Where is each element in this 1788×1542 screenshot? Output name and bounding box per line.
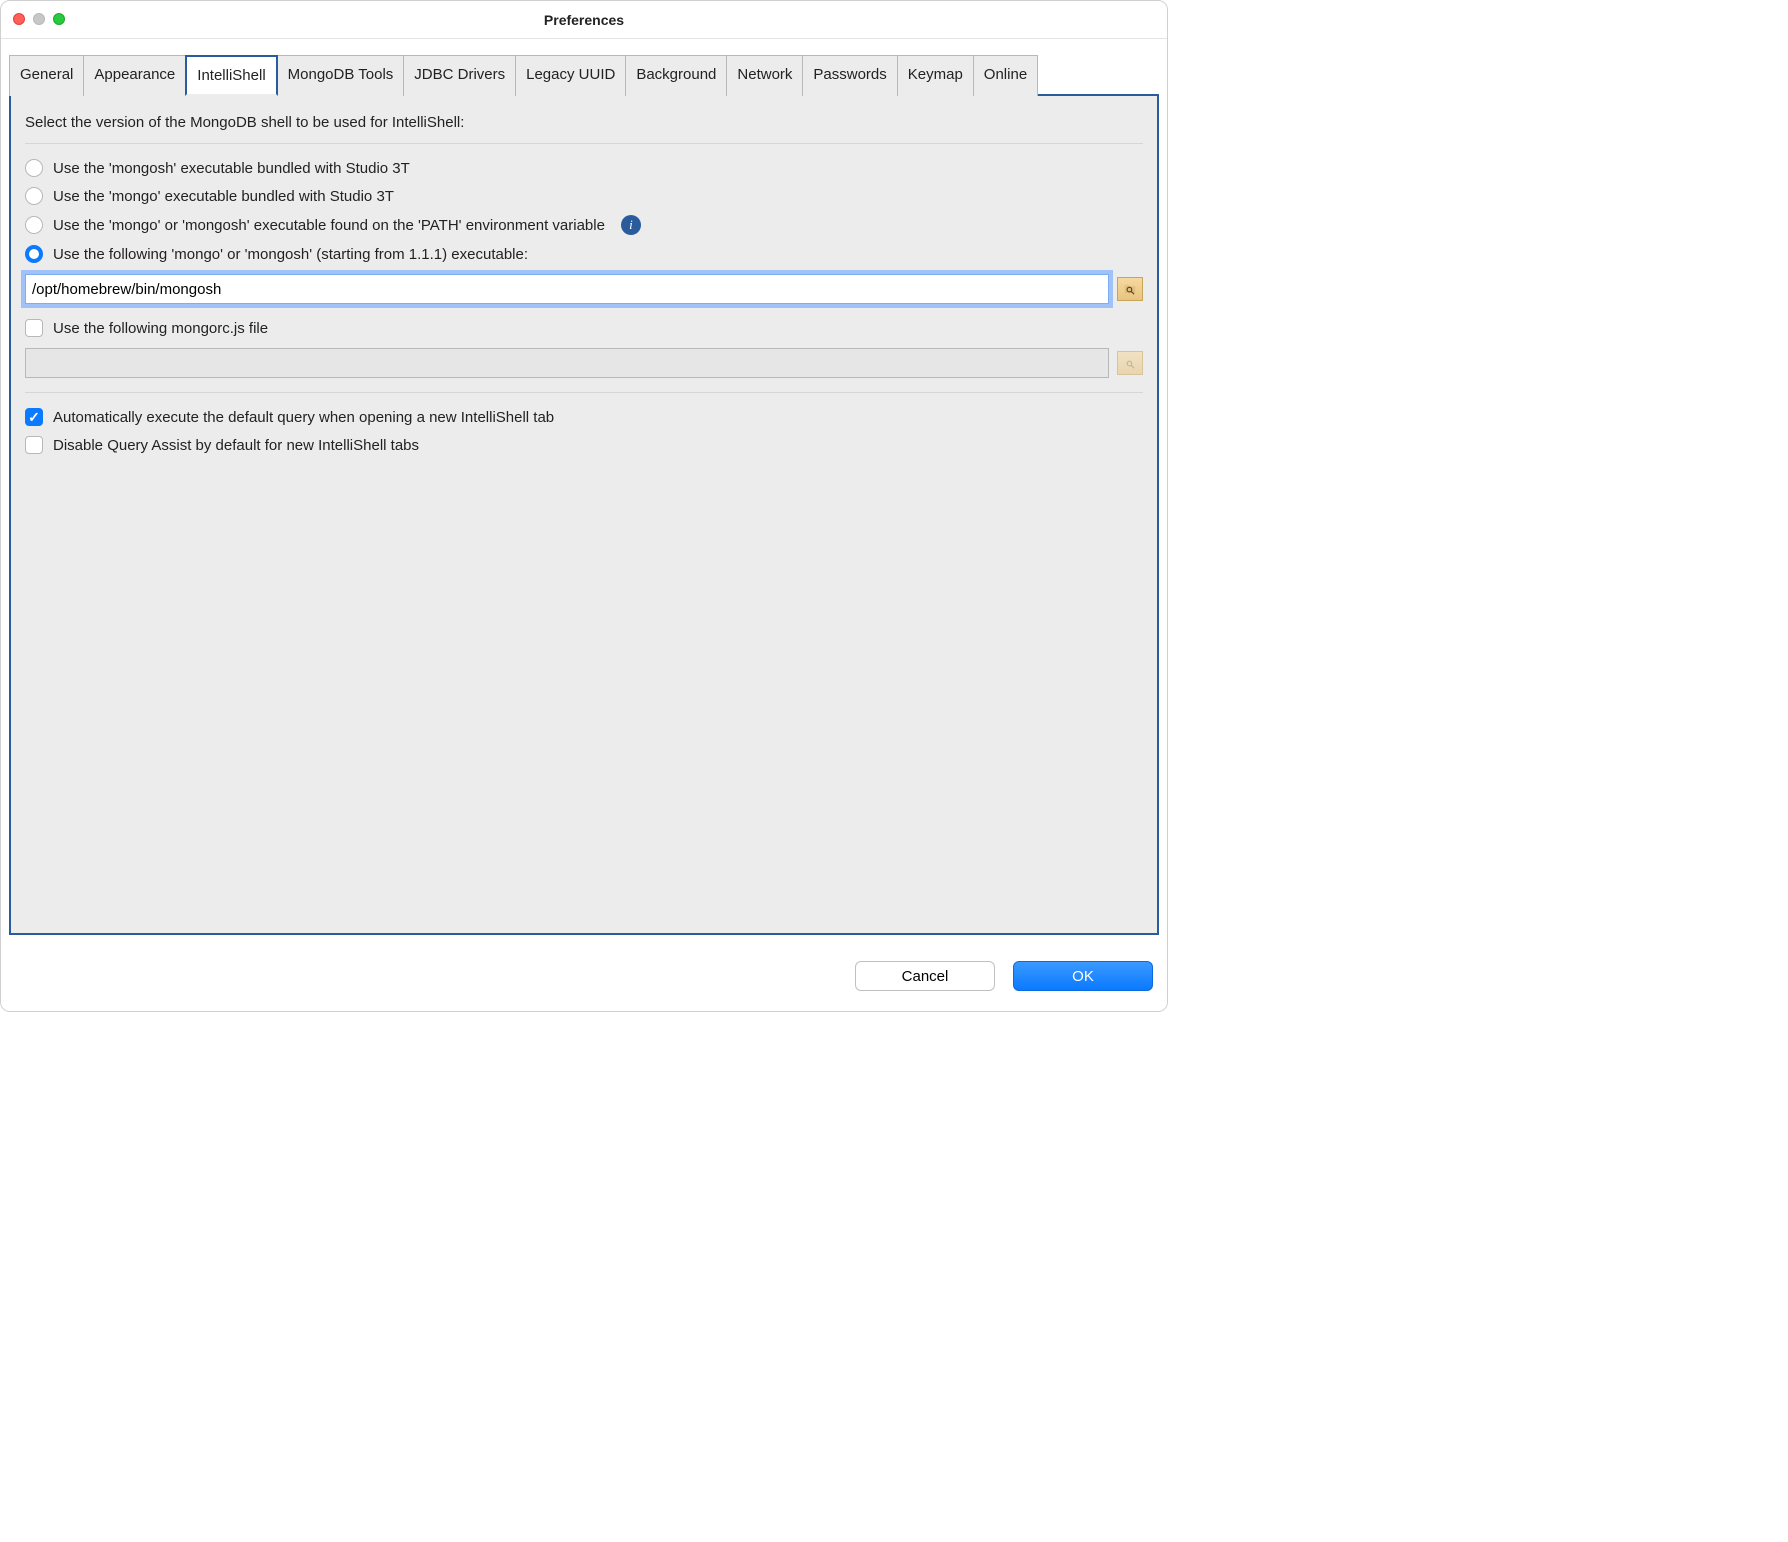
titlebar: Preferences — [1, 1, 1167, 39]
disable-assist-row[interactable]: Disable Query Assist by default for new … — [25, 431, 1143, 459]
tab-jdbc-drivers[interactable]: JDBC Drivers — [403, 55, 516, 96]
radio-bundled-mongosh-row[interactable]: Use the 'mongosh' executable bundled wit… — [25, 154, 1143, 182]
tab-background[interactable]: Background — [625, 55, 727, 96]
radio-custom-label: Use the following 'mongo' or 'mongosh' (… — [53, 246, 528, 263]
browse-mongorc-button — [1117, 351, 1143, 375]
auto-execute-row[interactable]: Automatically execute the default query … — [25, 403, 1143, 431]
cancel-button[interactable]: Cancel — [855, 961, 995, 991]
folder-search-icon — [1123, 282, 1137, 296]
radio-custom[interactable] — [25, 245, 43, 263]
radio-on-path-label: Use the 'mongo' or 'mongosh' executable … — [53, 217, 605, 234]
separator — [25, 143, 1143, 144]
radio-bundled-mongosh-label: Use the 'mongosh' executable bundled wit… — [53, 160, 410, 177]
tab-network[interactable]: Network — [726, 55, 803, 96]
radio-bundled-mongo-label: Use the 'mongo' executable bundled with … — [53, 188, 394, 205]
radio-bundled-mongo-row[interactable]: Use the 'mongo' executable bundled with … — [25, 182, 1143, 210]
auto-execute-label: Automatically execute the default query … — [53, 409, 554, 426]
disable-assist-checkbox[interactable] — [25, 436, 43, 454]
mongorc-check-row[interactable]: Use the following mongorc.js file — [25, 314, 1143, 342]
mongorc-label: Use the following mongorc.js file — [53, 320, 268, 337]
radio-on-path-row[interactable]: Use the 'mongo' or 'mongosh' executable … — [25, 210, 1143, 240]
separator — [25, 392, 1143, 393]
section-label: Select the version of the MongoDB shell … — [25, 114, 1143, 131]
minimize-window-button[interactable] — [33, 13, 45, 25]
window-controls — [13, 13, 65, 25]
mongorc-path-input — [25, 348, 1109, 378]
ok-button[interactable]: OK — [1013, 961, 1153, 991]
mongorc-path-row — [25, 348, 1143, 378]
tab-online[interactable]: Online — [973, 55, 1038, 96]
tab-passwords[interactable]: Passwords — [802, 55, 897, 96]
radio-bundled-mongosh[interactable] — [25, 159, 43, 177]
preferences-window: Preferences General Appearance IntelliSh… — [0, 0, 1168, 1012]
mongorc-checkbox[interactable] — [25, 319, 43, 337]
custom-path-input[interactable] — [25, 274, 1109, 304]
browse-custom-path-button[interactable] — [1117, 277, 1143, 301]
tab-legacy-uuid[interactable]: Legacy UUID — [515, 55, 626, 96]
radio-bundled-mongo[interactable] — [25, 187, 43, 205]
close-window-button[interactable] — [13, 13, 25, 25]
custom-path-row — [25, 274, 1143, 304]
radio-on-path[interactable] — [25, 216, 43, 234]
disable-assist-label: Disable Query Assist by default for new … — [53, 437, 419, 454]
info-icon[interactable]: i — [621, 215, 641, 235]
folder-search-icon — [1123, 356, 1137, 370]
tab-bar: General Appearance IntelliShell MongoDB … — [1, 55, 1167, 96]
radio-custom-row[interactable]: Use the following 'mongo' or 'mongosh' (… — [25, 240, 1143, 268]
auto-execute-checkbox[interactable] — [25, 408, 43, 426]
intellishell-panel: Select the version of the MongoDB shell … — [9, 94, 1159, 935]
tab-keymap[interactable]: Keymap — [897, 55, 974, 96]
tab-general[interactable]: General — [9, 55, 84, 96]
window-title: Preferences — [544, 12, 624, 28]
content-outer: Select the version of the MongoDB shell … — [1, 96, 1167, 943]
tab-appearance[interactable]: Appearance — [83, 55, 186, 96]
tab-mongodb-tools[interactable]: MongoDB Tools — [277, 55, 405, 96]
zoom-window-button[interactable] — [53, 13, 65, 25]
tab-intellishell[interactable]: IntelliShell — [185, 55, 277, 96]
dialog-footer: Cancel OK — [1, 943, 1167, 1011]
